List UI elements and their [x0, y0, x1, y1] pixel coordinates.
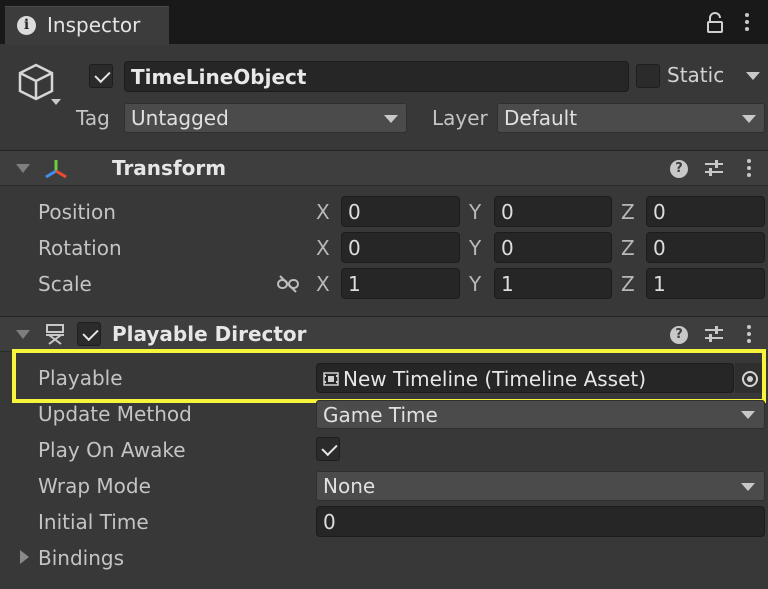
tag-value: Untagged [131, 106, 229, 130]
unlinked-scale-icon[interactable] [276, 275, 300, 293]
wrap-mode-dropdown[interactable]: None [316, 471, 765, 501]
static-checkbox[interactable] [636, 64, 660, 88]
component-enabled-checkbox[interactable] [77, 322, 101, 346]
presets-icon[interactable] [704, 325, 724, 343]
axis-x-label: X [316, 272, 330, 296]
play-on-awake-checkbox[interactable] [316, 437, 340, 461]
position-row: Position X 0 Y 0 Z 0 [0, 196, 768, 232]
tag-dropdown[interactable]: Untagged [124, 103, 407, 133]
info-icon: i [17, 16, 36, 35]
tab-menu-icon[interactable] [745, 13, 749, 34]
playable-director-header[interactable]: Playable Director ? [0, 316, 768, 352]
position-y-field[interactable]: 0 [494, 196, 612, 227]
transform-title: Transform [112, 156, 227, 180]
rotation-x-field[interactable]: 0 [341, 232, 460, 263]
foldout-arrow-icon[interactable] [16, 330, 30, 339]
axis-z-label: Z [621, 272, 635, 296]
wrap-mode-label: Wrap Mode [38, 474, 151, 498]
rotation-label: Rotation [38, 236, 122, 260]
transform-header[interactable]: Transform ? [0, 150, 768, 186]
rotation-y-field[interactable]: 0 [494, 232, 612, 263]
tab-label: Inspector [47, 13, 141, 37]
object-name-field[interactable]: TimeLineObject [124, 61, 629, 92]
position-z-field[interactable]: 0 [646, 196, 765, 227]
transform-axis-icon [45, 160, 67, 179]
axis-x-label: X [316, 200, 330, 224]
chevron-down-icon [741, 411, 755, 419]
foldout-arrow-icon[interactable] [16, 164, 30, 173]
axis-z-label: Z [621, 200, 635, 224]
update-method-label: Update Method [38, 402, 192, 426]
wrap-mode-value: None [323, 474, 376, 498]
tag-label: Tag [76, 106, 110, 130]
bindings-foldout-arrow-icon[interactable] [20, 550, 29, 564]
bindings-label[interactable]: Bindings [38, 546, 124, 570]
update-method-value: Game Time [323, 403, 438, 427]
rotation-z-field[interactable]: 0 [646, 232, 765, 263]
update-method-dropdown[interactable]: Game Time [316, 400, 765, 429]
highlight-frame [12, 349, 766, 403]
director-chair-icon [46, 324, 64, 345]
scale-y-field[interactable]: 1 [494, 268, 612, 299]
play-on-awake-label: Play On Awake [38, 438, 186, 462]
scale-z-field[interactable]: 1 [646, 268, 765, 299]
layer-value: Default [504, 106, 578, 130]
layer-label: Layer [432, 106, 488, 130]
axis-y-label: Y [469, 272, 482, 296]
component-menu-icon[interactable] [747, 159, 751, 180]
static-label: Static [667, 63, 725, 87]
scale-x-field[interactable]: 1 [341, 268, 460, 299]
axis-z-label: Z [621, 236, 635, 260]
axis-y-label: Y [469, 236, 482, 260]
static-dropdown-arrow-icon[interactable] [746, 72, 760, 80]
lock-icon[interactable] [706, 12, 724, 34]
chevron-down-icon [741, 483, 755, 491]
presets-icon[interactable] [704, 159, 724, 177]
playable-director-title: Playable Director [112, 322, 307, 346]
rotation-row: Rotation X 0 Y 0 Z 0 [0, 232, 768, 268]
initial-time-field[interactable]: 0 [316, 506, 765, 537]
axis-x-label: X [316, 236, 330, 260]
layer-dropdown[interactable]: Default [497, 103, 765, 133]
axis-y-label: Y [469, 200, 482, 224]
icon-picker-arrow-icon[interactable] [51, 99, 61, 105]
position-x-field[interactable]: 0 [341, 196, 460, 227]
initial-time-label: Initial Time [38, 510, 149, 534]
position-label: Position [38, 200, 116, 224]
scale-row: Scale X 1 Y 1 Z 1 [0, 268, 768, 304]
scale-label: Scale [38, 272, 92, 296]
active-checkbox[interactable] [89, 64, 113, 88]
help-icon[interactable]: ? [670, 326, 688, 344]
gameobject-cube-icon [18, 63, 54, 101]
tab-inspector[interactable]: i Inspector [5, 6, 169, 45]
chevron-down-icon [384, 115, 398, 123]
chevron-down-icon [742, 115, 756, 123]
tab-bar: i Inspector [0, 0, 768, 45]
help-icon[interactable]: ? [670, 160, 688, 178]
component-menu-icon[interactable] [747, 325, 751, 346]
